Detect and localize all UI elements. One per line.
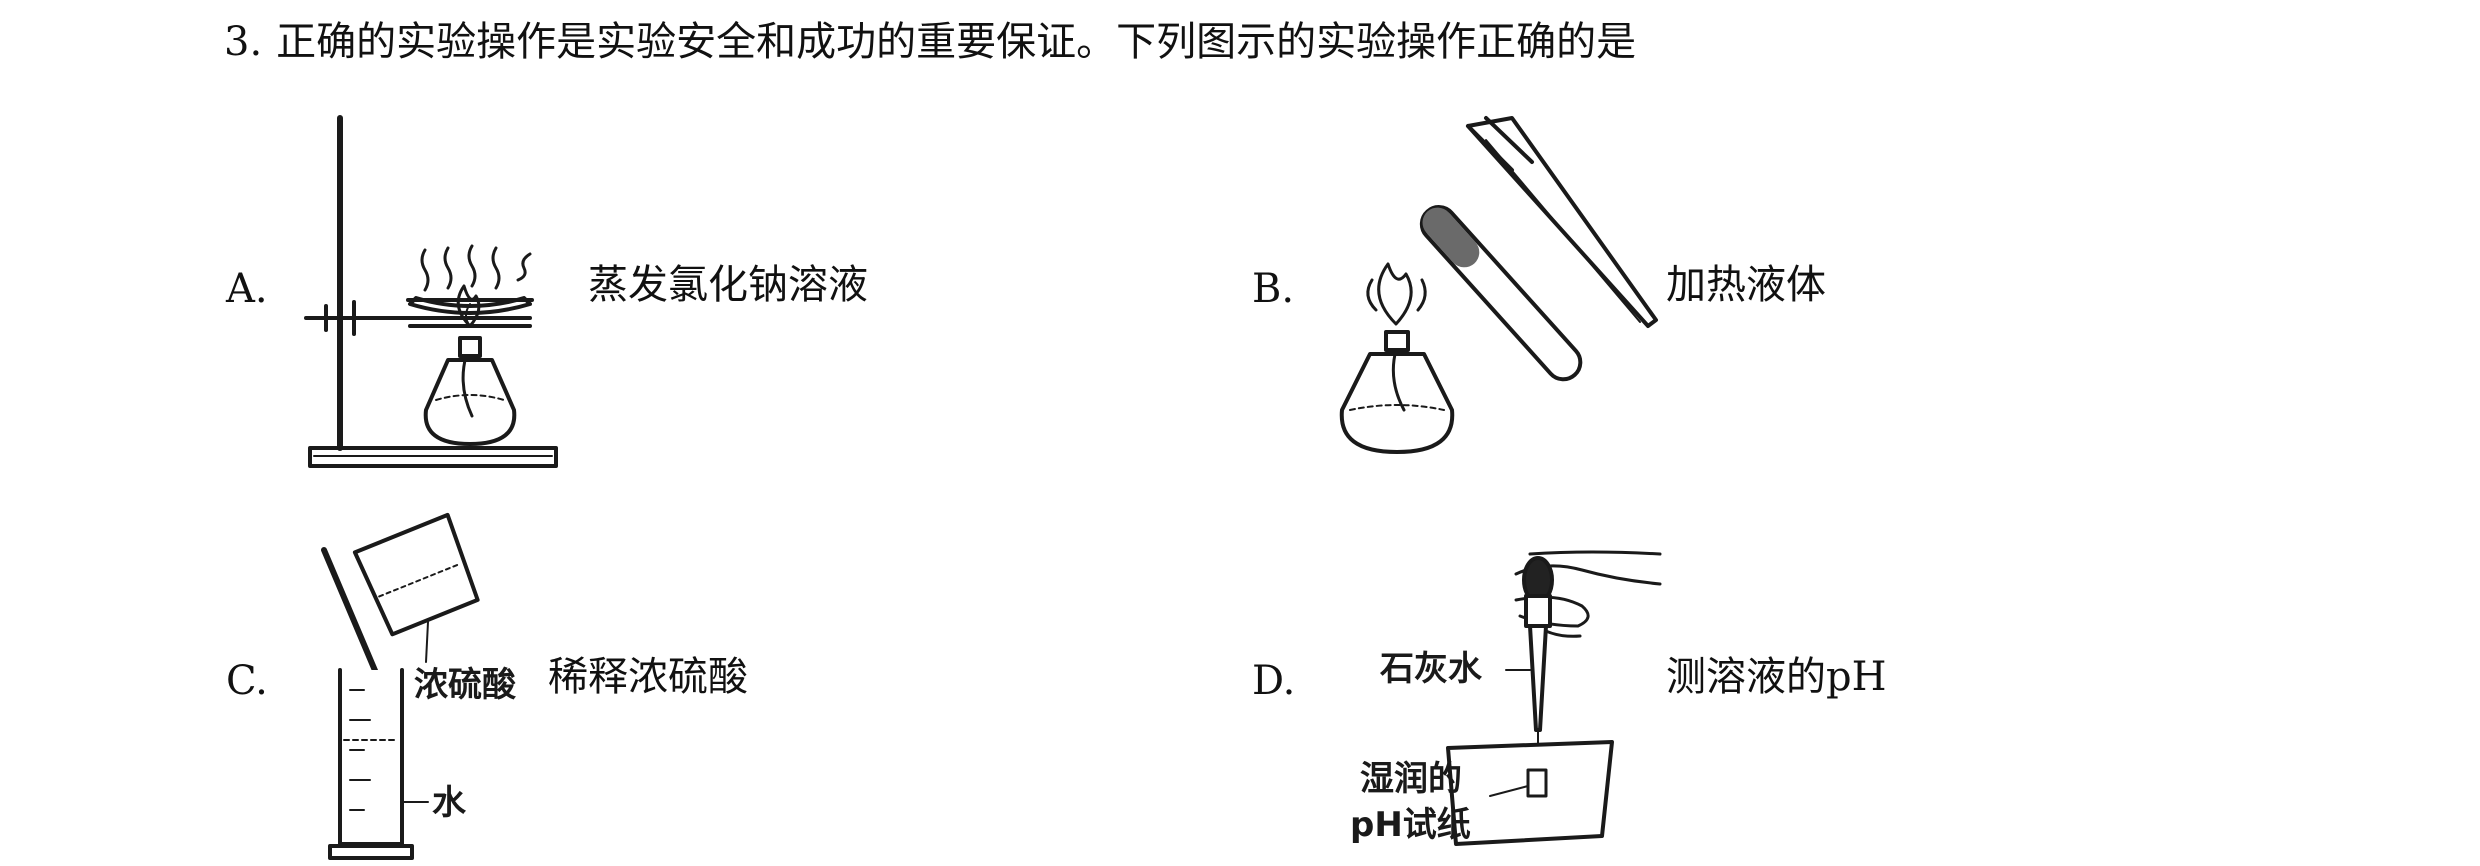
option-b-letter: B. bbox=[1252, 266, 1295, 312]
question-text: 正确的实验操作是实验安全和成功的重要保证。下列图示的实验操作正确的是 bbox=[276, 19, 1637, 65]
option-a-letter: A. bbox=[226, 266, 268, 312]
question-number: 3. bbox=[224, 19, 263, 65]
figure-c-dilute-acid: 浓硫酸 水 bbox=[310, 510, 550, 866]
evaporating-dish-on-ring-stand-icon bbox=[304, 115, 558, 468]
label-concentrated-acid: 浓硫酸 bbox=[414, 665, 517, 705]
figure-a-evaporation bbox=[300, 110, 570, 480]
option-d-text: 测溶液的pH bbox=[1666, 654, 1887, 700]
figure-b-heating-liquid bbox=[1300, 110, 1660, 470]
label-limewater: 石灰水 bbox=[1379, 649, 1483, 689]
option-b-text: 加热液体 bbox=[1666, 262, 1826, 308]
label-wet: 湿润的 bbox=[1360, 759, 1462, 799]
test-tube-over-alcohol-lamp-icon bbox=[1339, 116, 1658, 454]
option-a-text: 蒸发氯化钠溶液 bbox=[588, 262, 868, 308]
dropper-on-ph-paper-icon: 石灰水 湿润的 pH试纸 bbox=[1350, 550, 1662, 846]
pour-acid-into-graduated-cylinder-icon: 浓硫酸 水 bbox=[321, 512, 517, 860]
question-stem: 3. 正确的实验操作是实验安全和成功的重要保证。下列图示的实验操作正确的是 bbox=[224, 14, 1636, 70]
label-ph-paper: pH试纸 bbox=[1350, 805, 1471, 845]
figure-d-ph-test: 石灰水 湿润的 pH试纸 bbox=[1320, 540, 1680, 860]
option-c-letter: C. bbox=[226, 658, 268, 704]
label-water: 水 bbox=[432, 783, 467, 823]
option-d-letter: D. bbox=[1252, 658, 1296, 704]
option-c-text: 稀释浓硫酸 bbox=[548, 654, 748, 700]
